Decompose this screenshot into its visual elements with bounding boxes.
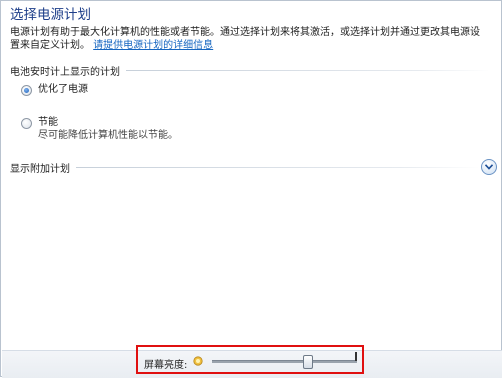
- additional-plans-label[interactable]: 显示附加计划: [10, 160, 70, 175]
- plan-description-power-saver: 尽可能降低计算机性能以节能。: [38, 130, 178, 141]
- sun-icon: [193, 356, 203, 366]
- page-description: 电源计划有助于最大化计算机的性能或者节能。通过选择计划来将其激活，或选择计划并通…: [10, 26, 498, 52]
- plan-option-power-saver[interactable]: 节能 尽可能降低计算机性能以节能。: [21, 116, 178, 142]
- brightness-slider-end: [355, 352, 357, 361]
- expand-additional-plans-button[interactable]: [481, 159, 497, 175]
- plan-details-link[interactable]: 请提供电源计划的详细信息: [93, 40, 213, 51]
- brightness-slider-thumb[interactable]: [302, 355, 313, 369]
- chevron-down-icon: [485, 164, 493, 170]
- plan-radio-balanced[interactable]: [21, 85, 32, 96]
- description-text: 电源计划有助于最大化计算机的性能或者节能。通过选择计划来将其激活，或选择计划并通…: [10, 27, 480, 38]
- plan-option-balanced[interactable]: 优化了电源: [21, 83, 88, 96]
- control-panel-window: 选择电源计划 电源计划有助于最大化计算机的性能或者节能。通过选择计划来将其激活，…: [0, 0, 502, 378]
- plans-group-label: 电池安时计上显示的计划: [10, 66, 120, 78]
- plan-name-power-saver: 节能: [38, 117, 58, 128]
- plan-radio-power-saver[interactable]: [21, 118, 32, 129]
- description-text-2: 置来自定义计划。: [10, 40, 90, 51]
- additional-plans-header[interactable]: 显示附加计划: [10, 160, 480, 175]
- group-divider: [126, 69, 490, 71]
- plans-group-header: 电池安时计上显示的计划: [10, 63, 490, 78]
- plan-name-balanced: 优化了电源: [38, 84, 88, 95]
- brightness-label: 屏幕亮度:: [144, 360, 188, 371]
- brightness-slider-track[interactable]: [212, 360, 357, 363]
- page-title: 选择电源计划: [10, 7, 91, 23]
- group-divider: [76, 166, 480, 168]
